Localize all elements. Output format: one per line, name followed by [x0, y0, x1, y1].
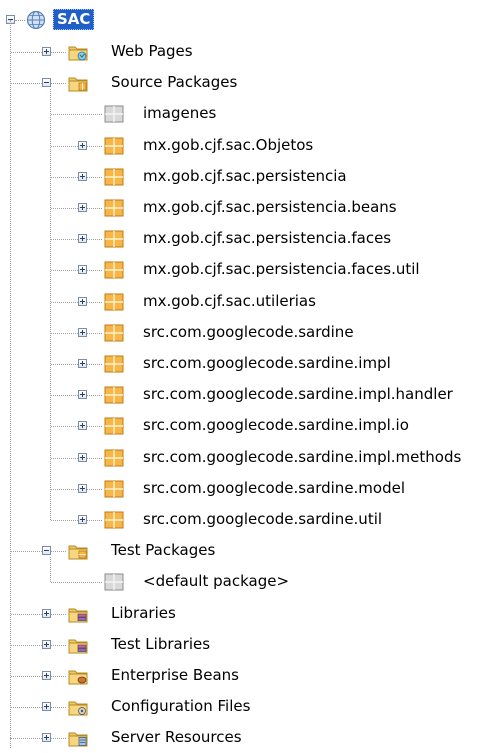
tree-node-source-packages[interactable]: Source Packages [0, 68, 491, 98]
config-folder-icon [68, 698, 88, 716]
package-icon [104, 230, 124, 248]
package-icon [104, 293, 124, 311]
empty-package-icon [104, 573, 124, 591]
tree-node-label: mx.gob.cjf.sac.persistencia.faces [143, 229, 392, 248]
tree-node-label: <default package> [143, 572, 290, 591]
expand-toggle-icon[interactable] [78, 171, 87, 181]
expand-toggle-icon[interactable] [78, 203, 87, 212]
package-icon [104, 355, 124, 373]
tree-node-enterprise-beans[interactable]: Enterprise Beans [0, 661, 491, 691]
tree-node-label: Enterprise Beans [111, 666, 239, 684]
tree-node-label: src.com.googlecode.sardine.util [143, 510, 383, 528]
tree-node-mx-gob-cjf-sac-persistencia-beans[interactable]: mx.gob.cjf.sac.persistencia.beans [0, 193, 491, 223]
tree-node-label: Web Pages [111, 42, 193, 60]
tree-node-server-resources[interactable]: Server Resources [0, 723, 491, 753]
tree-node-configuration-files[interactable]: Configuration Files [0, 692, 491, 722]
package-icon [104, 199, 124, 217]
library-folder-icon [68, 605, 88, 623]
tree-node-src-com-googlecode-sardine-util[interactable]: src.com.googlecode.sardine.util [0, 505, 491, 535]
package-icon [104, 168, 124, 186]
project-tree: SAC Web Pages Source Packages imagenes m… [0, 0, 491, 748]
expand-toggle-icon[interactable] [42, 733, 51, 743]
package-icon [104, 386, 124, 404]
tree-node-label: Source Packages [111, 73, 238, 92]
tree-node-label: Test Libraries [111, 634, 211, 653]
tree-root-row[interactable]: SAC [0, 6, 491, 36]
tree-node-label: mx.gob.cjf.sac.utilerias [143, 291, 316, 310]
tree-node-mx-gob-cjf-sac-utilerias[interactable]: mx.gob.cjf.sac.utilerias [0, 287, 491, 317]
expand-toggle-icon[interactable] [78, 515, 87, 524]
tree-node-src-com-googlecode-sardine-impl[interactable]: src.com.googlecode.sardine.impl [0, 349, 491, 379]
tree-node-label: mx.gob.cjf.sac.Objetos [143, 135, 314, 154]
tree-node-label: src.com.googlecode.sardine.impl.handler [143, 385, 453, 404]
tree-node-src-com-googlecode-sardine-impl-methods[interactable]: src.com.googlecode.sardine.impl.methods [0, 443, 491, 473]
tree-node-label: src.com.googlecode.sardine.model [143, 478, 406, 497]
expand-toggle-icon[interactable] [42, 639, 51, 649]
expand-toggle-icon[interactable] [78, 265, 87, 275]
globe-project-icon [26, 10, 46, 30]
package-icon [104, 417, 124, 435]
web-folder-icon [68, 43, 88, 61]
tree-node-test-libraries[interactable]: Test Libraries [0, 630, 491, 660]
package-icon [104, 449, 124, 467]
package-icon [104, 324, 124, 342]
test-folder-icon [68, 542, 88, 560]
package-icon [104, 137, 124, 155]
tree-node-src-com-googlecode-sardine-impl-io[interactable]: src.com.googlecode.sardine.impl.io [0, 411, 491, 441]
tree-node-test-packages[interactable]: Test Packages [0, 536, 491, 566]
tree-node-libraries[interactable]: Libraries [0, 599, 491, 629]
expand-toggle-icon[interactable] [78, 327, 87, 337]
package-icon [104, 511, 124, 529]
server-folder-icon [68, 729, 88, 747]
collapse-toggle-icon[interactable] [42, 78, 51, 88]
expand-toggle-icon[interactable] [78, 421, 87, 431]
project-name-label: SAC [53, 9, 95, 30]
tree-node-mx-gob-cjf-sac-objetos[interactable]: mx.gob.cjf.sac.Objetos [0, 131, 491, 161]
tree-node-mx-gob-cjf-sac-persistencia[interactable]: mx.gob.cjf.sac.persistencia [0, 162, 491, 192]
tree-node-web-pages[interactable]: Web Pages [0, 37, 491, 67]
tree-node-label: mx.gob.cjf.sac.persistencia.beans [143, 198, 397, 216]
expand-toggle-icon[interactable] [78, 140, 87, 150]
tree-node-label: mx.gob.cjf.sac.persistencia.faces.util [143, 260, 420, 279]
tree-node-label: src.com.googlecode.sardine.impl [143, 354, 391, 372]
library-folder-icon [68, 636, 88, 654]
tree-node-label: Configuration Files [111, 697, 251, 716]
tree-node-src-com-googlecode-sardine-model[interactable]: src.com.googlecode.sardine.model [0, 474, 491, 504]
source-folder-icon [68, 74, 88, 92]
expand-toggle-icon[interactable] [78, 483, 87, 493]
tree-node-imagenes[interactable]: imagenes [0, 99, 491, 129]
package-icon [104, 480, 124, 498]
tree-node-label: Server Resources [111, 728, 242, 747]
tree-node-label: src.com.googlecode.sardine [143, 322, 354, 341]
expand-toggle-icon[interactable] [42, 47, 51, 56]
expand-toggle-icon[interactable] [78, 296, 87, 306]
expand-toggle-icon[interactable] [42, 608, 51, 618]
expand-toggle-icon[interactable] [78, 359, 87, 368]
tree-node-src-com-googlecode-sardine-impl-handler[interactable]: src.com.googlecode.sardine.impl.handler [0, 380, 491, 410]
package-icon [104, 261, 124, 279]
tree-node-label: imagenes [143, 104, 217, 123]
expand-toggle-icon[interactable] [78, 234, 87, 244]
expand-toggle-icon[interactable] [78, 452, 87, 462]
tree-node-label: Test Packages [111, 541, 216, 560]
tree-node-mx-gob-cjf-sac-persistencia-faces[interactable]: mx.gob.cjf.sac.persistencia.faces [0, 224, 491, 254]
tree-node-mx-gob-cjf-sac-persistencia-faces-util[interactable]: mx.gob.cjf.sac.persistencia.faces.util [0, 255, 491, 285]
tree-node-label: src.com.googlecode.sardine.impl.io [143, 416, 409, 435]
tree-node-label: src.com.googlecode.sardine.impl.methods [143, 447, 462, 466]
tree-node-src-com-googlecode-sardine[interactable]: src.com.googlecode.sardine [0, 318, 491, 348]
collapse-toggle-icon[interactable] [42, 546, 51, 556]
expand-toggle-icon[interactable] [78, 390, 87, 400]
expand-toggle-icon[interactable] [42, 671, 51, 680]
beans-folder-icon [68, 667, 88, 685]
tree-node-label: mx.gob.cjf.sac.persistencia [143, 166, 347, 185]
tree-node-label: Libraries [111, 603, 176, 622]
empty-package-icon [104, 105, 124, 123]
tree-node-default-package[interactable]: <default package> [0, 567, 491, 597]
expand-toggle-icon[interactable] [42, 702, 51, 712]
